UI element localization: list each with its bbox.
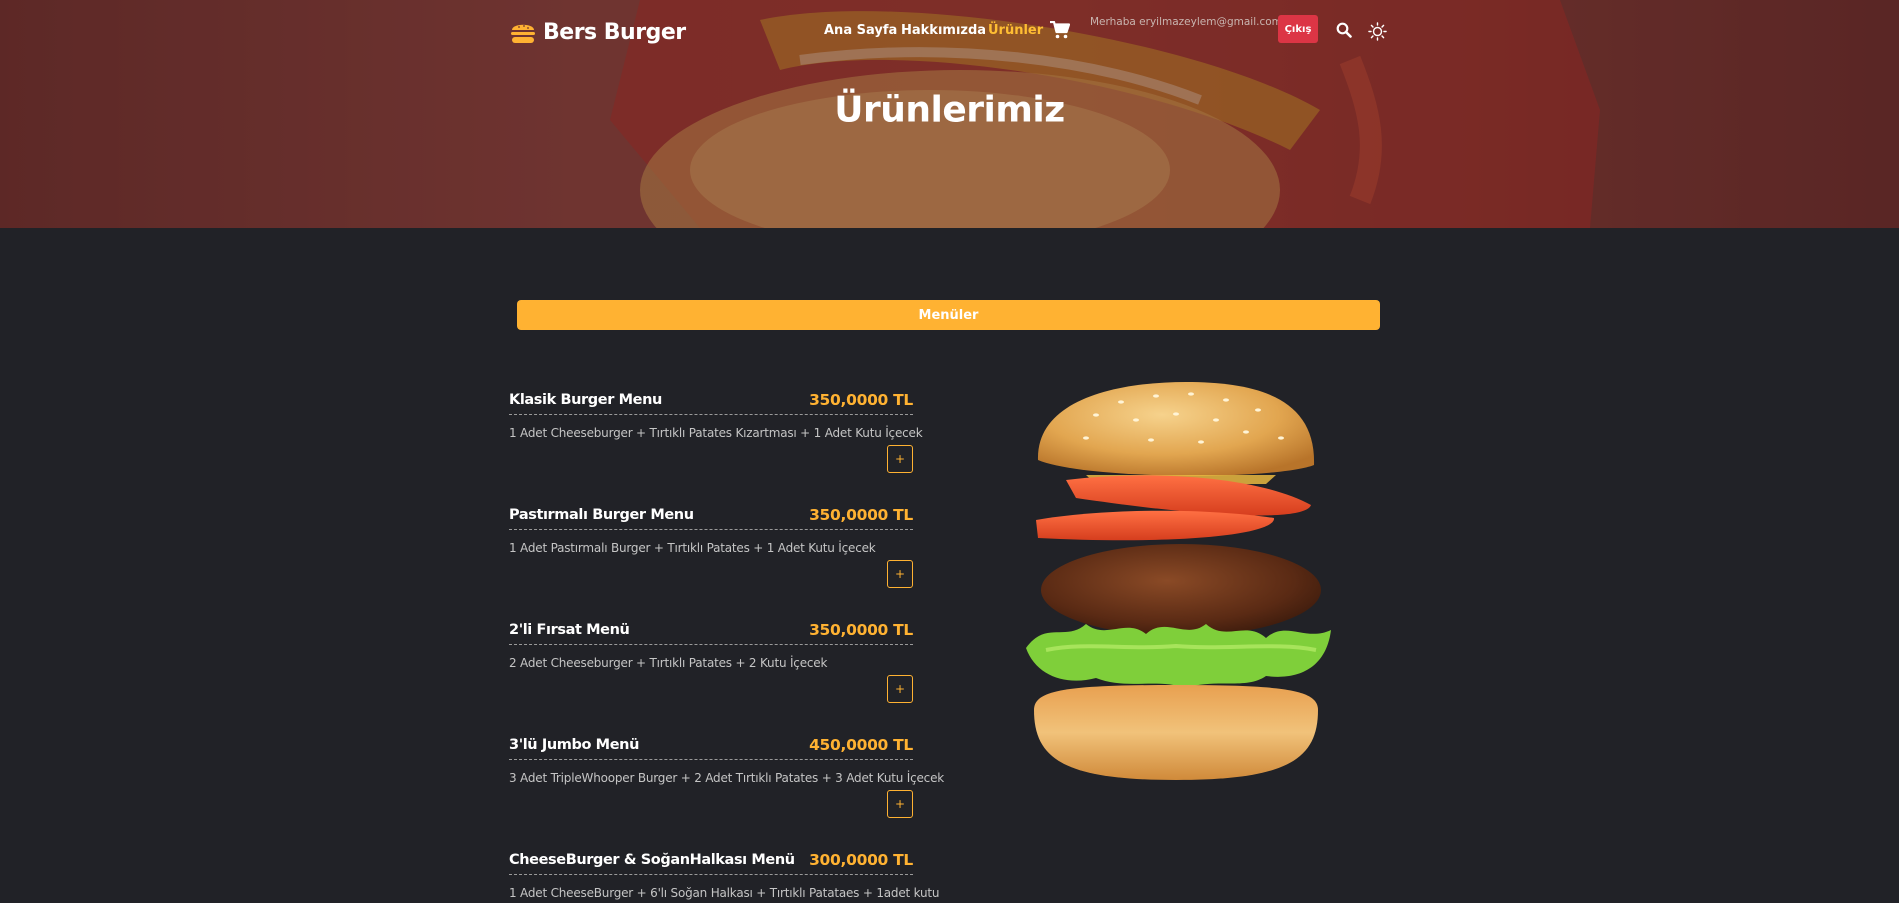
menu-item: Pastırmalı Burger Menu 350,0000 TL 1 Ade… [509, 485, 913, 600]
category-tab-menus[interactable]: Menüler [517, 300, 1380, 330]
menu-item-name: 3'lü Jumbo Menü [509, 736, 639, 753]
menu-item-description: 1 Adet Cheeseburger + Tırtıklı Patates K… [509, 426, 923, 440]
burger-logo-icon [511, 24, 535, 43]
search-icon[interactable] [1336, 22, 1352, 38]
nav-products[interactable]: Ürünler [988, 23, 1043, 38]
menu-item-name: 2'li Fırsat Menü [509, 621, 630, 638]
add-to-cart-button[interactable]: + [887, 675, 913, 703]
navbar: Bers Burger Ana Sayfa Hakkımızda Ürünler… [0, 0, 1899, 64]
menu-item-header: 2'li Fırsat Menü 350,0000 TL [509, 615, 913, 645]
menu-item: 3'lü Jumbo Menü 450,0000 TL 3 Adet Tripl… [509, 715, 944, 830]
user-greeting: Merhaba eryilmazeylem@gmail.com [1090, 16, 1282, 28]
sun-icon[interactable] [1368, 22, 1387, 41]
brand-name: Bers Burger [543, 19, 686, 45]
page-title: Ürünlerimiz [834, 89, 1065, 131]
menu-list: Klasik Burger Menu 350,0000 TL 1 Adet Ch… [509, 370, 944, 903]
brand-link[interactable]: Bers Burger [509, 17, 686, 47]
menu-item-price: 350,0000 TL [809, 505, 913, 524]
menu-item-name: CheeseBurger & SoğanHalkası Menü [509, 851, 795, 868]
menu-item: CheeseBurger & SoğanHalkası Menü 300,000… [509, 830, 940, 903]
menu-item-description: 2 Adet Cheeseburger + Tırtıklı Patates +… [509, 656, 828, 670]
menu-item: Klasik Burger Menu 350,0000 TL 1 Adet Ch… [509, 370, 923, 485]
menu-item-name: Pastırmalı Burger Menu [509, 506, 694, 523]
nav-home[interactable]: Ana Sayfa [824, 23, 897, 38]
menu-item-price: 350,0000 TL [809, 620, 913, 639]
menu-item-price: 450,0000 TL [809, 735, 913, 754]
nav-about[interactable]: Hakkımızda [901, 23, 986, 38]
menu-item-name: Klasik Burger Menu [509, 391, 662, 408]
menu-item-header: 3'lü Jumbo Menü 450,0000 TL [509, 730, 913, 760]
burger-image [1026, 382, 1331, 780]
menu-item-header: Pastırmalı Burger Menu 350,0000 TL [509, 500, 913, 530]
menu-item-description: 1 Adet CheeseBurger + 6'lı Soğan Halkası… [509, 886, 940, 900]
menu-item-description: 3 Adet TripleWhooper Burger + 2 Adet Tır… [509, 771, 945, 785]
logout-button[interactable]: Çıkış [1278, 15, 1318, 43]
menu-item-price: 300,0000 TL [809, 850, 913, 869]
menu-item-price: 350,0000 TL [809, 390, 913, 409]
menu-item-description: 1 Adet Pastırmalı Burger + Tırtıklı Pata… [509, 541, 876, 555]
menu-item-header: CheeseBurger & SoğanHalkası Menü 300,000… [509, 845, 913, 875]
add-to-cart-button[interactable]: + [887, 790, 913, 818]
menu-item-header: Klasik Burger Menu 350,0000 TL [509, 385, 913, 415]
add-to-cart-button[interactable]: + [887, 445, 913, 473]
cart-icon[interactable] [1050, 21, 1070, 39]
add-to-cart-button[interactable]: + [887, 560, 913, 588]
menu-item: 2'li Fırsat Menü 350,0000 TL 2 Adet Chee… [509, 600, 913, 715]
